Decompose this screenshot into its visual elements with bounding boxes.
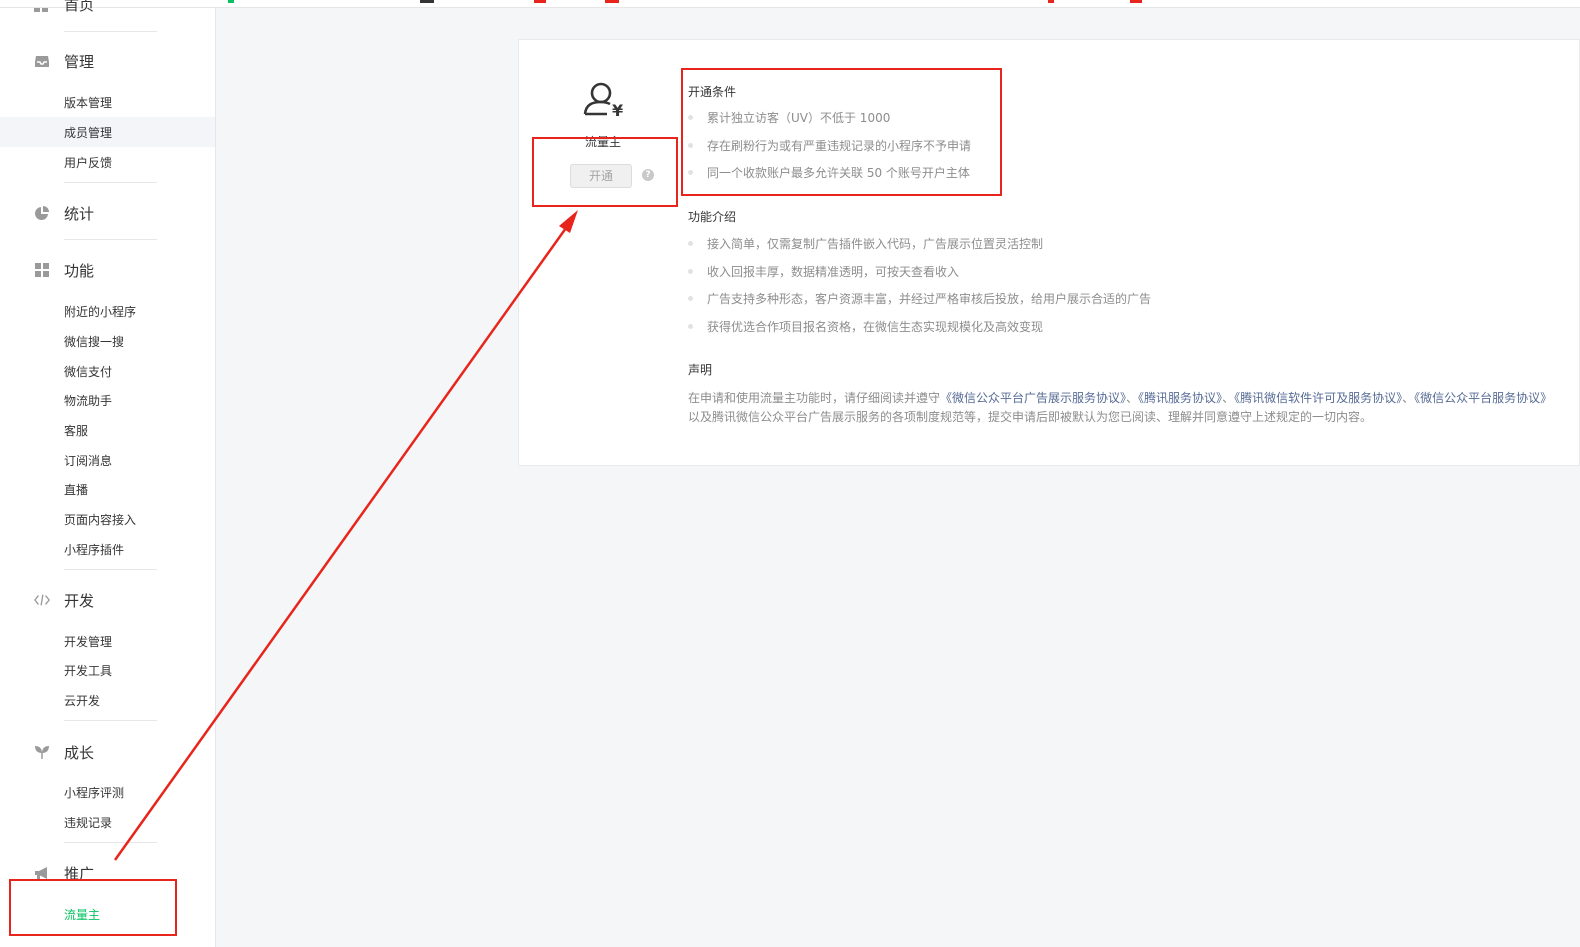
tencent-service-agreement-link[interactable]: 《腾讯服务协议》 (1138, 391, 1222, 405)
svg-text:¥: ¥ (612, 101, 623, 120)
sidebar-item-version[interactable]: 版本管理 (0, 87, 215, 117)
home-icon (34, 8, 48, 12)
bullet-dot (688, 269, 693, 274)
sidebar-section-home[interactable]: 首页 (64, 0, 94, 15)
sidebar-item-content[interactable]: 页面内容接入 (0, 504, 215, 534)
top-mark (1048, 0, 1054, 3)
sidebar-item-live[interactable]: 直播 (0, 474, 215, 504)
feature-text: 广告支持多种形态，客户资源丰富，并经过严格审核后投放，给用户展示合适的广告 (707, 292, 1152, 306)
feature-text: 接入简单，仅需复制广告插件嵌入代码，广告展示位置灵活控制 (707, 237, 1044, 251)
divider (64, 31, 157, 32)
top-bar-marks (0, 0, 1580, 4)
divider (64, 569, 157, 570)
sidebar-item-dev-tools[interactable]: 开发工具 (0, 655, 215, 685)
sidebar-section-manage[interactable]: 管理 (34, 49, 94, 73)
divider (64, 842, 157, 843)
divider (64, 182, 157, 183)
declare-suffix: 以及腾讯微信公众平台广告展示服务的各项制度规范等，提交申请后即被默认为您已阅读、… (688, 410, 1373, 424)
sidebar-section-stats[interactable]: 统计 (34, 201, 94, 225)
annotation-box-open (532, 137, 678, 207)
separator: 、 (1222, 391, 1235, 405)
section-label: 管理 (64, 52, 95, 71)
sidebar-item-plugin[interactable]: 小程序插件 (0, 534, 215, 564)
grid-icon (34, 262, 50, 278)
sidebar: 首页 管理 版本管理 成员管理 用户反馈 统计 功能 附近的小程序 微信搜一搜 … (0, 0, 216, 947)
sidebar-item-feedback[interactable]: 用户反馈 (0, 147, 215, 177)
separator: 、 (1402, 391, 1415, 405)
features-title: 功能介绍 (688, 210, 737, 224)
ad-service-agreement-link[interactable]: 《微信公众平台广告展示服务协议》 (940, 391, 1126, 405)
top-mark (228, 0, 234, 3)
sidebar-item-subscribe[interactable]: 订阅消息 (0, 445, 215, 475)
declare-title: 声明 (688, 363, 713, 377)
sidebar-item-violation[interactable]: 违规记录 (0, 807, 215, 837)
sidebar-item-dev-manage[interactable]: 开发管理 (0, 626, 215, 656)
separator: 、 (1126, 391, 1139, 405)
top-bar (0, 0, 1580, 8)
divider (64, 720, 157, 721)
top-mark (420, 0, 434, 3)
annotation-box-sidebar (9, 879, 177, 936)
bullet-dot (688, 324, 693, 329)
top-mark (605, 0, 619, 3)
section-label: 统计 (64, 204, 95, 223)
sidebar-item-logistics[interactable]: 物流助手 (0, 385, 215, 415)
inbox-icon (34, 53, 50, 69)
sidebar-item-pay[interactable]: 微信支付 (0, 356, 215, 386)
sidebar-item-service[interactable]: 客服 (0, 415, 215, 445)
traffic-owner-card: ¥ 流量主 开通 ? 开通条件 累计独立访客（UV）不低于 1000 存在刷粉行… (518, 39, 1580, 466)
sidebar-item-review[interactable]: 小程序评测 (0, 777, 215, 807)
annotation-box-conditions (681, 68, 1002, 196)
sidebar-section-features[interactable]: 功能 (34, 258, 94, 282)
section-label: 功能 (64, 261, 95, 280)
feature-item: 收入回报丰厚，数据精准透明，可按天查看收入 (688, 263, 959, 280)
sidebar-item-nearby[interactable]: 附近的小程序 (0, 296, 215, 326)
bullet-dot (688, 296, 693, 301)
pie-chart-icon (34, 205, 50, 221)
divider (64, 239, 157, 240)
top-mark (1130, 0, 1142, 3)
section-label: 成长 (64, 743, 95, 762)
feature-item: 获得优选合作项目报名资格，在微信生态实现规模化及高效变现 (688, 318, 1043, 335)
sprout-icon (34, 744, 50, 760)
declare-prefix: 在申请和使用流量主功能时，请仔细阅读并遵守 (688, 391, 941, 405)
user-money-icon: ¥ (583, 80, 627, 120)
platform-service-agreement-link[interactable]: 《微信公众平台服务协议》 (1414, 391, 1552, 405)
declare-text: 在申请和使用流量主功能时，请仔细阅读并遵守《微信公众平台广告展示服务协议》、《腾… (688, 389, 1558, 427)
feature-text: 收入回报丰厚，数据精准透明，可按天查看收入 (707, 265, 960, 279)
feature-item: 接入简单，仅需复制广告插件嵌入代码，广告展示位置灵活控制 (688, 235, 1043, 252)
sidebar-section-dev[interactable]: 开发 (34, 588, 94, 612)
sidebar-item-search[interactable]: 微信搜一搜 (0, 326, 215, 356)
feature-text: 获得优选合作项目报名资格，在微信生态实现规模化及高效变现 (707, 320, 1044, 334)
sidebar-item-members[interactable]: 成员管理 (0, 117, 215, 147)
bullet-dot (688, 241, 693, 246)
top-mark (534, 0, 546, 3)
feature-item: 广告支持多种形态，客户资源丰富，并经过严格审核后投放，给用户展示合适的广告 (688, 290, 1151, 307)
sidebar-section-growth[interactable]: 成长 (34, 740, 94, 764)
sidebar-item-cloud[interactable]: 云开发 (0, 685, 215, 715)
code-icon (34, 592, 50, 608)
section-label: 开发 (64, 591, 95, 610)
wechat-license-agreement-link[interactable]: 《腾讯微信软件许可及服务协议》 (1234, 391, 1402, 405)
